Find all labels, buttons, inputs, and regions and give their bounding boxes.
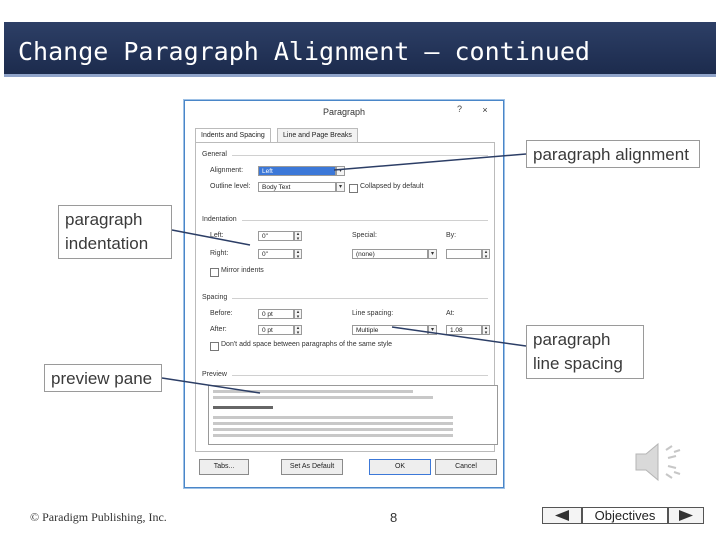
- preview-line: [213, 428, 453, 431]
- alignment-callout: paragraph alignment: [526, 140, 700, 168]
- spinner-icon[interactable]: ▴ ▾: [482, 325, 490, 336]
- divider: [242, 220, 488, 221]
- spacing-section-label: Spacing: [202, 294, 228, 301]
- previous-button[interactable]: [542, 507, 582, 524]
- preview-line: [213, 434, 453, 437]
- general-section-label: General: [202, 151, 227, 158]
- special-select[interactable]: (none): [352, 249, 428, 259]
- preview-sample-line: [213, 406, 273, 409]
- divider: [232, 375, 488, 376]
- indentation-callout: paragraph indentation: [58, 205, 172, 259]
- at-label: At:: [446, 310, 455, 317]
- chevron-down-icon[interactable]: ▾: [428, 249, 437, 259]
- cancel-button[interactable]: Cancel: [435, 459, 497, 475]
- mirror-indents-checkbox[interactable]: [210, 268, 219, 277]
- indentation-section-label: Indentation: [202, 216, 237, 223]
- mirror-indents-label: Mirror indents: [221, 267, 264, 274]
- collapsed-checkbox[interactable]: [349, 184, 358, 193]
- chevron-down-icon[interactable]: ▾: [428, 325, 437, 335]
- preview-line: [213, 422, 453, 425]
- triangle-right-icon: [679, 510, 693, 521]
- dialog-title: Paragraph: [322, 107, 366, 117]
- indentation-callout-line: indentation: [65, 234, 149, 253]
- dont-add-space-checkbox[interactable]: [210, 342, 219, 351]
- preview-section-label: Preview: [202, 371, 227, 378]
- preview-pane: [208, 385, 498, 445]
- tab-indents-and-spacing[interactable]: Indents and Spacing: [195, 128, 271, 143]
- tab-panel: General Alignment: Left ▾ Outline level:…: [195, 142, 498, 452]
- line-spacing-label: Line spacing:: [352, 310, 394, 317]
- paragraph-dialog: Paragraph ? × Indents and Spacing Line a…: [184, 100, 504, 488]
- slide-title: Change Paragraph Alignment – continued: [18, 37, 590, 66]
- close-icon[interactable]: ×: [475, 103, 495, 117]
- triangle-left-icon: [555, 510, 569, 521]
- spinner-icon[interactable]: ▴ ▾: [294, 325, 302, 336]
- outline-level-label: Outline level:: [210, 183, 251, 190]
- line-spacing-select[interactable]: Multiple: [352, 325, 428, 335]
- at-input[interactable]: 1.08: [446, 325, 482, 335]
- slide-title-bar: Change Paragraph Alignment – continued: [4, 22, 716, 77]
- outline-level-select[interactable]: Body Text: [258, 182, 336, 192]
- preview-line: [213, 416, 453, 419]
- next-button[interactable]: [668, 507, 704, 524]
- line-spacing-callout-line: paragraph: [533, 330, 611, 349]
- tabs-button[interactable]: Tabs...: [199, 459, 249, 475]
- indentation-callout-line: paragraph: [65, 210, 143, 229]
- spinner-icon[interactable]: ▴ ▾: [294, 249, 302, 260]
- line-spacing-callout: paragraph line spacing: [526, 325, 644, 379]
- line-spacing-callout-line: line spacing: [533, 354, 623, 373]
- copyright-text: © Paradigm Publishing, Inc.: [30, 510, 167, 524]
- preview-line: [213, 396, 433, 399]
- chevron-down-icon[interactable]: ▾: [336, 166, 345, 176]
- tab-line-and-page-breaks[interactable]: Line and Page Breaks: [277, 128, 358, 142]
- collapsed-label: Collapsed by default: [360, 183, 424, 190]
- chevron-down-icon[interactable]: ▾: [336, 182, 345, 192]
- alignment-label: Alignment:: [210, 167, 244, 174]
- after-input[interactable]: 0 pt: [258, 325, 294, 335]
- divider: [232, 155, 488, 156]
- dont-add-space-label: Don't add space between paragraphs of th…: [221, 341, 392, 348]
- preview-callout: preview pane: [44, 364, 162, 392]
- indent-left-label: Left:: [210, 232, 224, 239]
- by-input[interactable]: [446, 249, 482, 259]
- indent-right-label: Right:: [210, 250, 229, 257]
- after-label: After:: [210, 326, 227, 333]
- before-label: Before:: [210, 310, 233, 317]
- indent-right-input[interactable]: 0": [258, 249, 294, 259]
- objectives-button[interactable]: Objectives: [582, 507, 668, 524]
- speaker-icon[interactable]: [630, 436, 686, 488]
- page-number: 8: [390, 510, 398, 525]
- spinner-icon[interactable]: ▴ ▾: [294, 309, 302, 320]
- ok-button[interactable]: OK: [369, 459, 431, 475]
- indent-left-input[interactable]: 0": [258, 231, 294, 241]
- alignment-select[interactable]: Left: [258, 166, 336, 176]
- by-label: By:: [446, 232, 457, 239]
- spinner-icon[interactable]: ▴ ▾: [482, 249, 490, 260]
- set-as-default-button[interactable]: Set As Default: [281, 459, 343, 475]
- help-icon[interactable]: ?: [457, 104, 462, 114]
- spinner-icon[interactable]: ▴ ▾: [294, 231, 302, 242]
- preview-line: [213, 390, 413, 393]
- special-label: Special:: [352, 232, 377, 239]
- before-input[interactable]: 0 pt: [258, 309, 294, 319]
- divider: [232, 298, 488, 299]
